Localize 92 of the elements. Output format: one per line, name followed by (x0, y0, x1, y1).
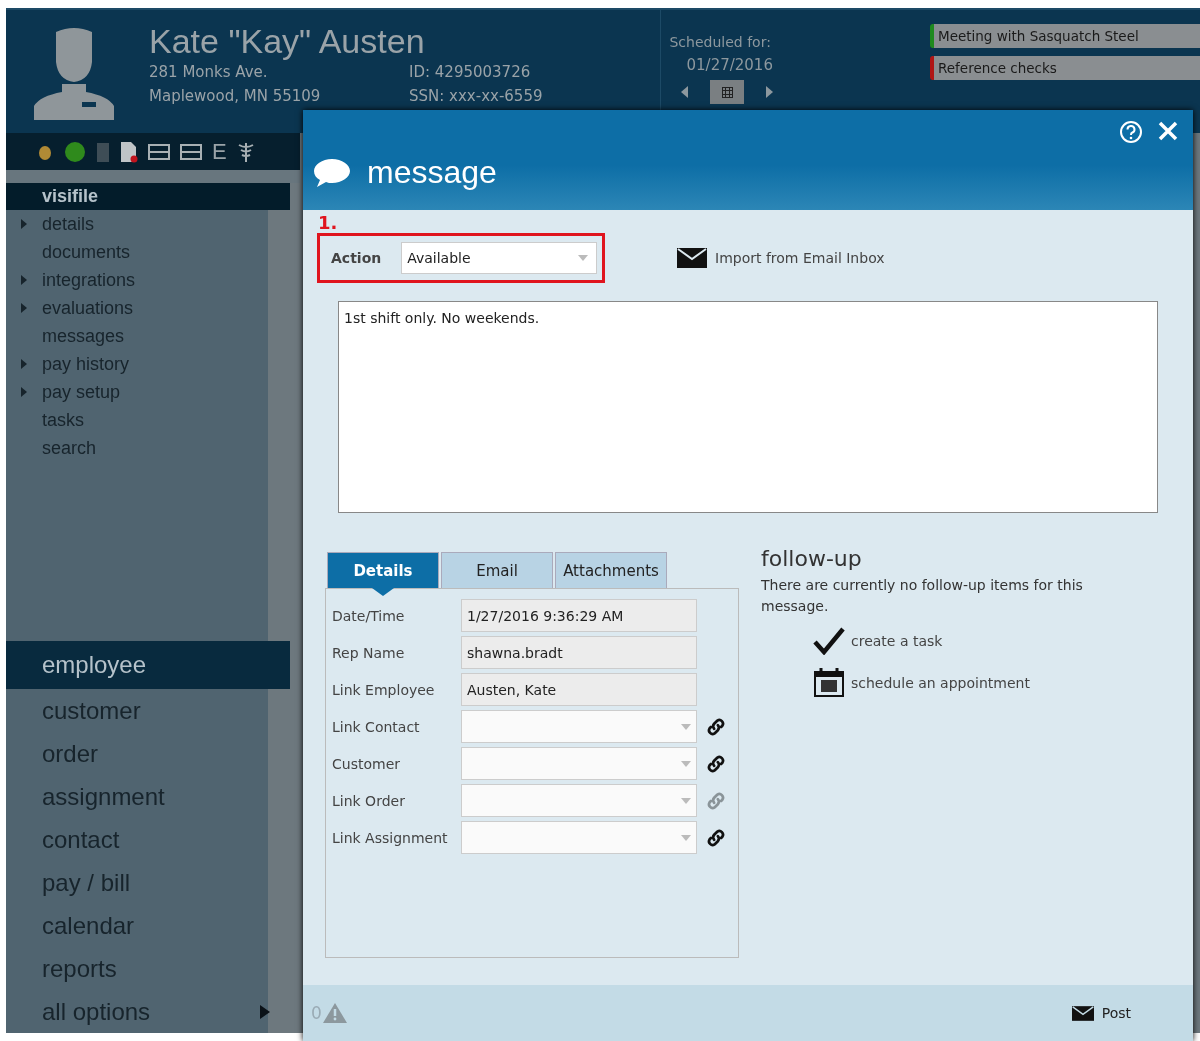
sidebar-item[interactable]: search (42, 434, 97, 462)
action-label: Action (331, 250, 382, 266)
annotation-number: 1. (318, 212, 338, 233)
dropdown-field[interactable] (461, 747, 697, 780)
nav-label: pay / bill (42, 868, 131, 897)
card-icon[interactable] (180, 143, 202, 160)
expand-arrow-icon[interactable] (21, 303, 27, 313)
expand-arrow-icon[interactable] (21, 359, 27, 369)
nav-label: reports (42, 954, 117, 983)
nav-item[interactable]: reports (6, 947, 290, 990)
field-label: Rep Name (332, 644, 406, 661)
action-dropdown[interactable]: Available (401, 242, 598, 274)
calendar-button[interactable] (710, 80, 745, 104)
previous-arrow-icon[interactable] (681, 86, 689, 98)
input-field[interactable]: shawna.bradt (461, 636, 697, 669)
field-label: Link Assignment (332, 829, 449, 846)
tab[interactable]: Attachments (555, 552, 667, 588)
nav-label: employee (42, 651, 147, 679)
nav-item[interactable]: order (6, 732, 290, 775)
dropdown-caret-icon (681, 760, 691, 767)
scheduled-date: 01/27/2016 (685, 56, 774, 74)
nav-label: assignment (42, 782, 165, 811)
field-label: Link Employee (332, 681, 436, 698)
dropdown-field[interactable] (461, 710, 697, 743)
followup-title: follow-up (761, 546, 863, 571)
card-icon[interactable] (148, 143, 170, 160)
employee-ssn: SSN: xxx-xx-6559 (409, 86, 543, 107)
dropdown-caret-icon (681, 834, 691, 841)
document-icon[interactable] (120, 140, 138, 163)
followup-action-link[interactable]: create a task (813, 623, 1121, 659)
calendar-icon (813, 668, 845, 698)
address-line: Maplewood, MN 55109 (149, 86, 322, 107)
sidebar-item[interactable]: evaluations (42, 294, 134, 322)
sidebar-item[interactable]: pay history (42, 350, 130, 378)
dropdown-field[interactable] (461, 784, 697, 817)
input-field[interactable]: 1/27/2016 9:36:29 AM (461, 599, 697, 632)
scheduled-label: Scheduled for: (669, 34, 772, 50)
nav-item[interactable]: all options (6, 990, 290, 1033)
post-button[interactable]: Post (1065, 1004, 1137, 1022)
calendar-event[interactable]: Reference checks (930, 56, 1200, 80)
caduceus-icon[interactable] (236, 140, 255, 163)
checkmark-icon (813, 627, 845, 655)
sidebar-item[interactable]: integrations (42, 266, 136, 294)
grid-icon (722, 86, 733, 98)
nav-item[interactable]: employee (6, 641, 290, 689)
dropdown-caret-icon (681, 797, 691, 804)
dialog-title: message (367, 154, 497, 191)
address-line: 281 Monks Ave. (149, 62, 269, 83)
sidebar-item[interactable]: messages (42, 322, 125, 350)
input-field[interactable]: Austen, Kate (461, 673, 697, 706)
field-label: Customer (332, 755, 401, 772)
nav-item[interactable]: assignment (6, 775, 290, 818)
followup-text: There are currently no follow-up items for this message. (761, 576, 1084, 616)
sidebar-item[interactable]: details (42, 210, 95, 238)
envelope-icon (1071, 1005, 1094, 1021)
nav-item[interactable]: calendar (6, 904, 290, 947)
envelope-icon (677, 248, 707, 268)
message-text-area[interactable]: 1st shift only. No weekends. (338, 301, 1158, 513)
status-circle-icon[interactable] (64, 140, 86, 163)
field-label: Link Order (332, 792, 406, 809)
sidebar-item[interactable]: tasks (42, 406, 84, 434)
followup-action-link[interactable]: schedule an appointment (813, 665, 1121, 701)
sidebar-item[interactable]: pay setup (42, 378, 121, 406)
nav-label: calendar (42, 911, 135, 940)
import-email-link[interactable]: Import from Email Inbox (677, 248, 885, 268)
speech-bubble-icon (313, 156, 351, 189)
expand-arrow-icon[interactable] (21, 387, 27, 397)
tab-pointer-icon (372, 588, 394, 596)
close-icon[interactable] (1157, 120, 1179, 142)
nav-item[interactable]: pay / bill (6, 861, 290, 904)
expand-arrow-icon[interactable] (21, 275, 27, 285)
dropdown-field[interactable] (461, 821, 697, 854)
nav-label: all options (42, 997, 151, 1026)
calendar-event[interactable]: Meeting with Sasquatch Steel (930, 24, 1200, 48)
sidebar-item[interactable]: documents (42, 238, 131, 266)
nav-label: order (42, 739, 99, 768)
employee-name: Kate "Kay" Austen (149, 22, 426, 60)
sidebar-title: visifile (6, 183, 290, 210)
dropdown-caret-icon (578, 255, 589, 261)
help-icon[interactable] (1119, 120, 1143, 144)
nav-item[interactable]: customer (6, 689, 290, 732)
field-label: Date/Time (332, 607, 406, 624)
tab[interactable]: Email (441, 552, 553, 588)
employee-id: ID: 4295003726 (409, 62, 532, 83)
toolbar-letter[interactable]: E (212, 138, 227, 165)
nav-item[interactable]: contact (6, 818, 290, 861)
expand-arrow-icon[interactable] (21, 219, 27, 229)
dropdown-caret-icon (681, 723, 691, 730)
nav-label: customer (42, 696, 141, 725)
field-label: Link Contact (332, 718, 421, 735)
next-arrow-icon[interactable] (766, 86, 774, 98)
nav-label: contact (42, 825, 120, 854)
